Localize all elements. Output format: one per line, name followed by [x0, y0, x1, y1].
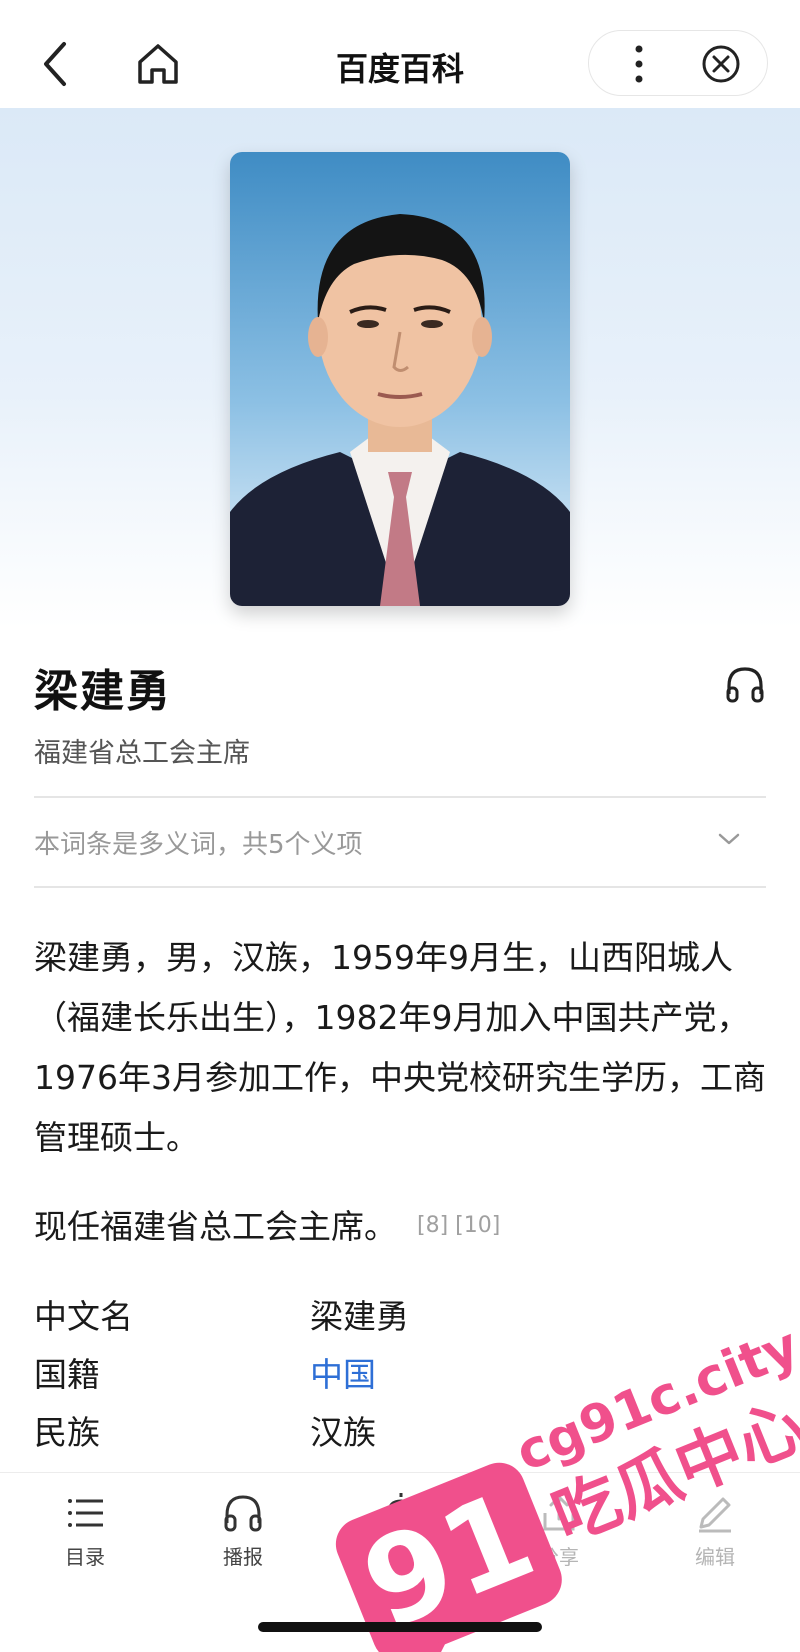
divider [34, 796, 766, 798]
home-indicator[interactable] [258, 1622, 542, 1632]
share-icon [543, 1494, 575, 1531]
tab-share[interactable]: 分享 [504, 1491, 614, 1581]
chevron-down-icon[interactable] [717, 830, 741, 848]
current-post-paragraph: 现任福建省总工会主席。 [8] [10] [34, 1196, 774, 1257]
more-vertical-icon[interactable] [629, 43, 649, 85]
info-key: 国籍 [34, 1355, 100, 1394]
headphones-icon[interactable] [724, 664, 766, 704]
reference-links[interactable]: [8] [10] [417, 1213, 500, 1238]
info-value-link[interactable]: 中国 [310, 1348, 376, 1396]
info-key: 民族 [34, 1413, 100, 1452]
tab-label: 目录 [65, 1545, 105, 1569]
watermark-site: cg91c.city [508, 1316, 800, 1483]
info-value: 汉族 [310, 1413, 376, 1452]
tab-catalog[interactable]: 目录 [30, 1491, 140, 1581]
divider [34, 886, 766, 888]
polysemy-selector[interactable]: 本词条是多义词，共5个义项 [34, 824, 363, 861]
tab-label: 编辑 [695, 1545, 735, 1569]
headphones-icon [224, 1495, 262, 1532]
top-navigation-bar: 百度百科 [0, 0, 800, 108]
tab-edit[interactable]: 编辑 [660, 1491, 770, 1581]
summary-paragraph: 梁建勇，男，汉族，1959年9月生，山西阳城人（福建长乐出生），1982年9月加… [34, 938, 766, 1157]
entry-name: 梁建勇 [34, 666, 172, 717]
mini-program-capsule [588, 30, 768, 96]
tab-label: 播报 [223, 1545, 263, 1569]
report-error-icon [385, 1493, 417, 1529]
info-row: 中文名 梁建勇 [34, 1290, 774, 1340]
portrait-photo[interactable] [230, 152, 570, 606]
tab-label: 分享 [539, 1545, 579, 1569]
info-key: 中文名 [34, 1297, 133, 1336]
close-circle-icon[interactable] [700, 43, 742, 85]
catalog-list-icon [68, 1499, 103, 1527]
info-value: 梁建勇 [310, 1297, 409, 1336]
tab-broadcast[interactable]: 播报 [188, 1491, 298, 1581]
entry-subtitle: 福建省总工会主席 [34, 738, 250, 769]
info-row: 民族 汉族 [34, 1406, 774, 1456]
tab-label: 纠错 [381, 1545, 421, 1569]
current-post-text: 现任福建省总工会主席。 [34, 1207, 397, 1246]
edit-pencil-icon [699, 1497, 731, 1533]
info-row: 国籍 中国 [34, 1348, 774, 1398]
tab-report-error[interactable]: 纠错 [346, 1491, 456, 1581]
